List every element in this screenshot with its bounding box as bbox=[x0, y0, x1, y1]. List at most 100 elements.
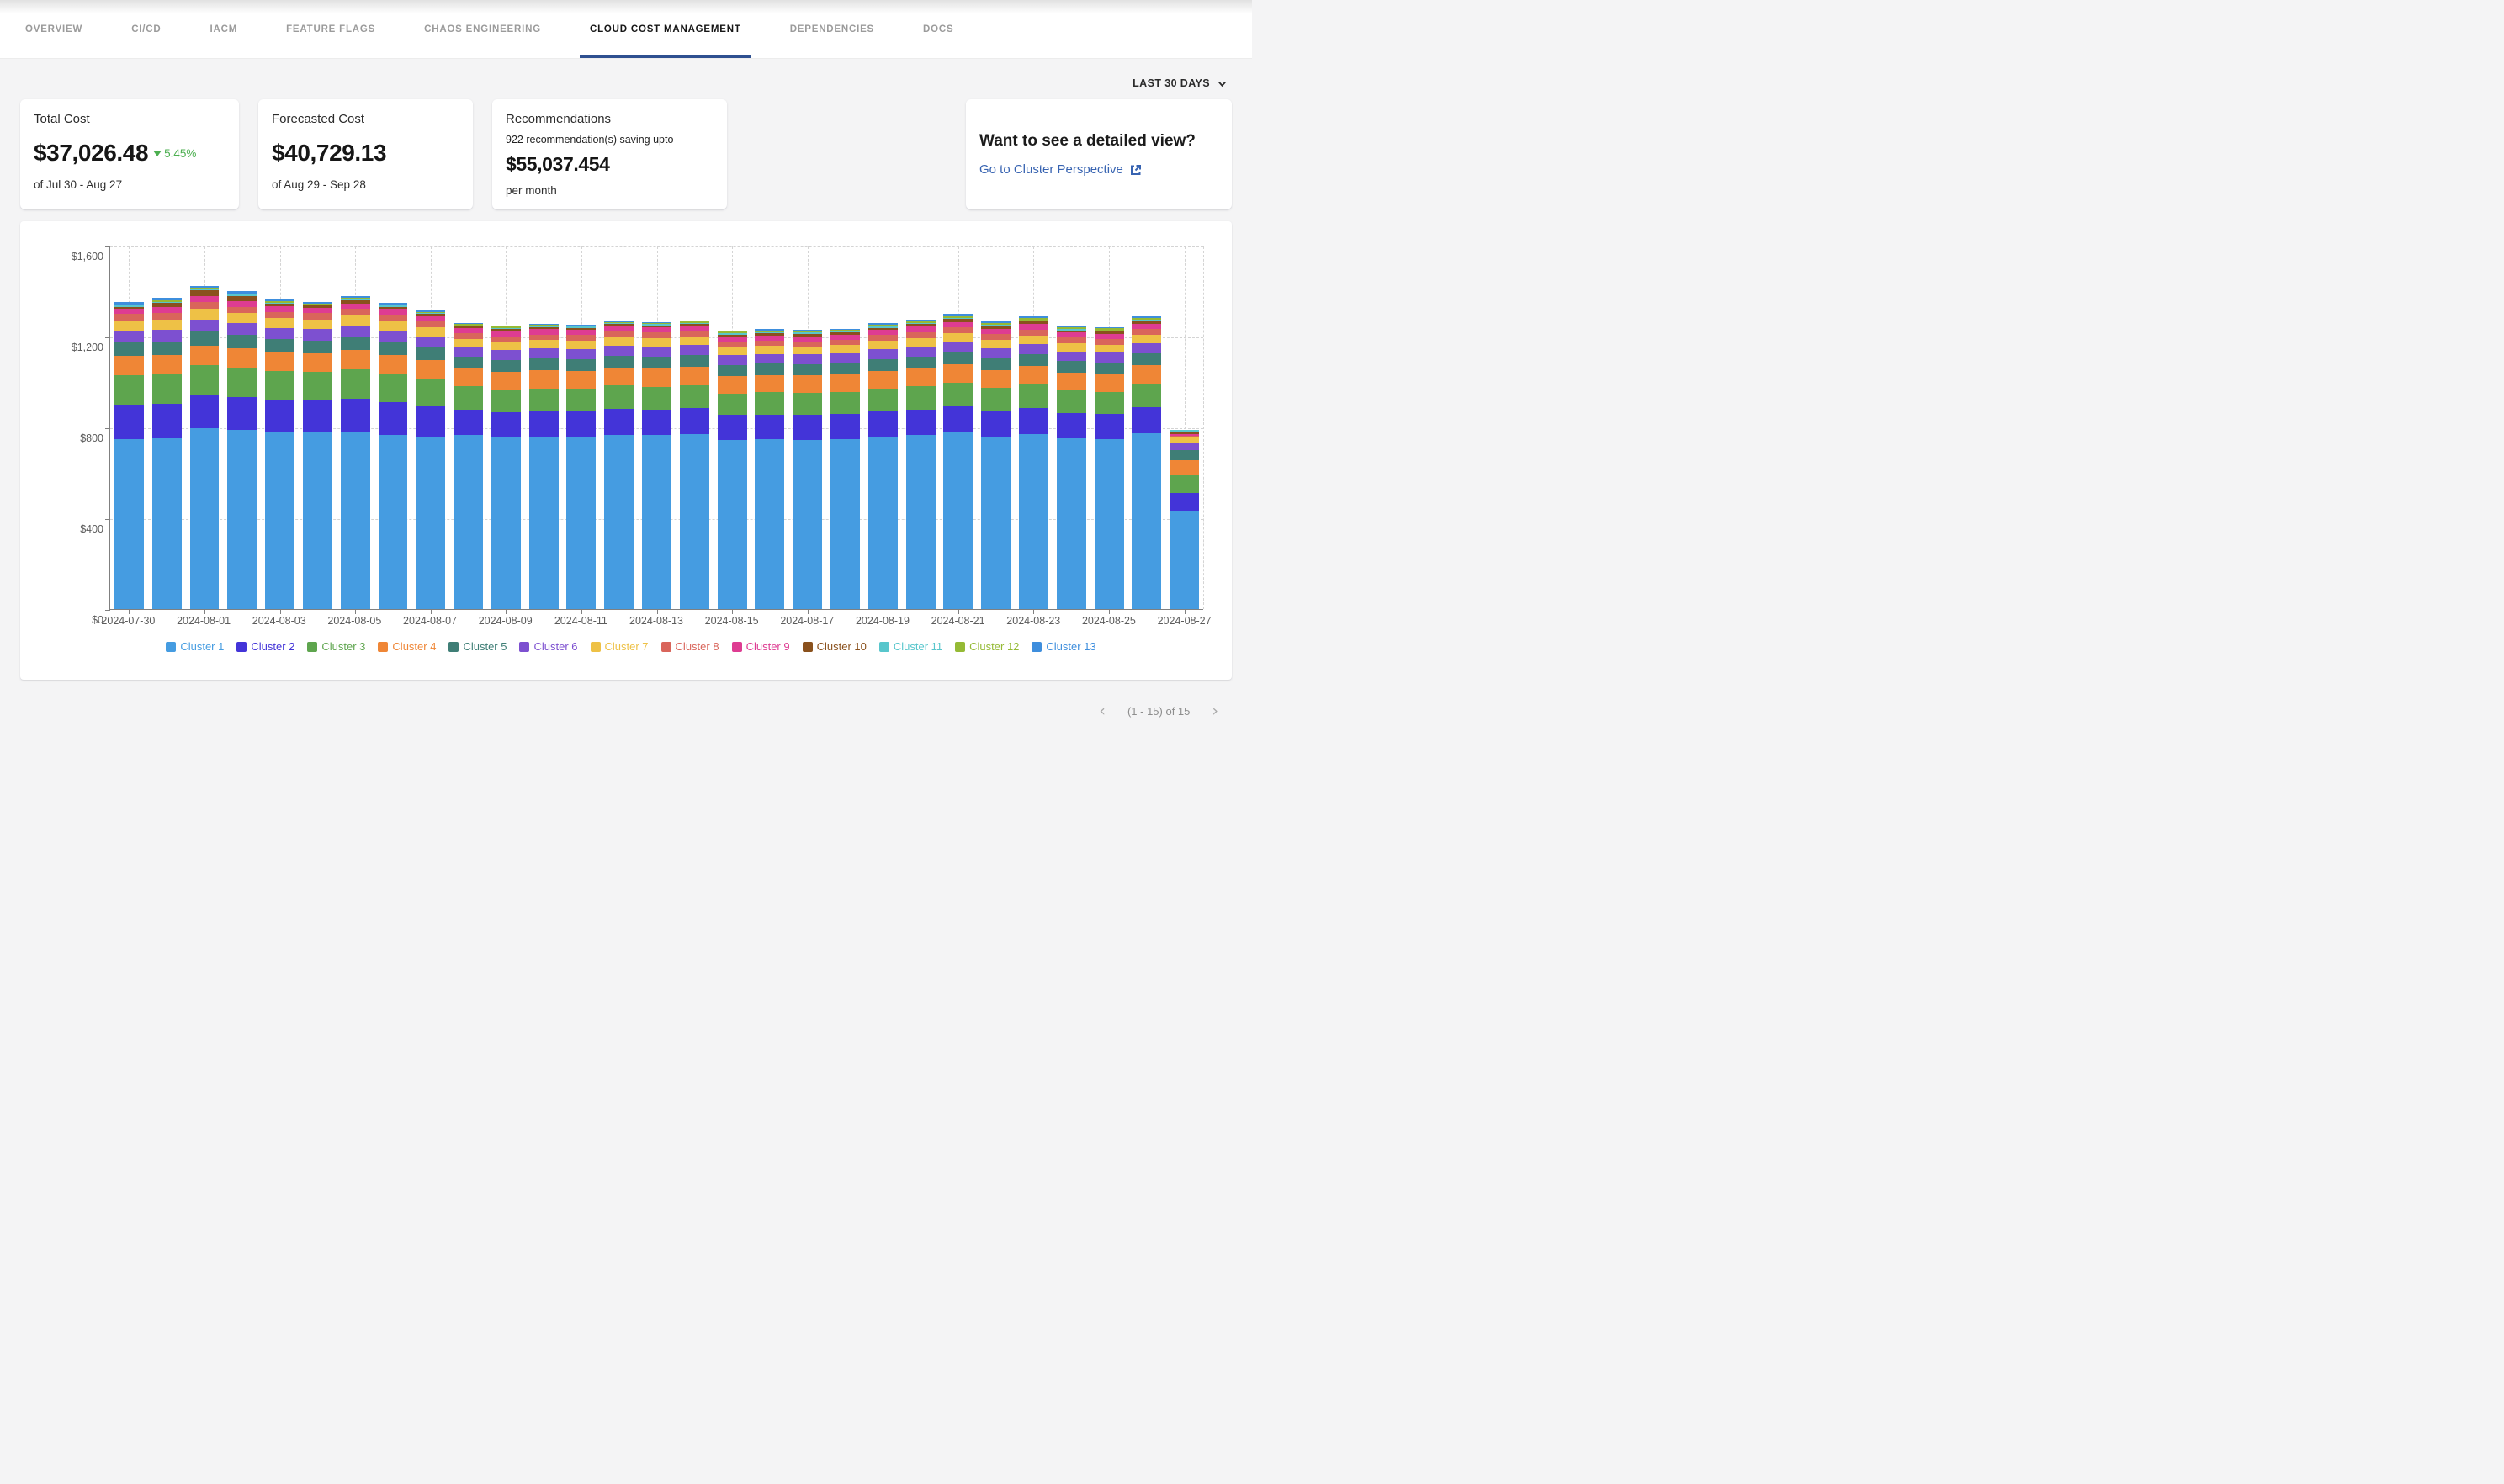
legend-item-cluster-9[interactable]: Cluster 9 bbox=[732, 640, 790, 653]
bar-segment-cluster-7 bbox=[830, 345, 860, 352]
bar-2024-08-21[interactable] bbox=[940, 246, 978, 609]
legend-item-cluster-3[interactable]: Cluster 3 bbox=[307, 640, 365, 653]
legend-label: Cluster 1 bbox=[180, 640, 224, 653]
legend-item-cluster-7[interactable]: Cluster 7 bbox=[591, 640, 649, 653]
bar-2024-08-11[interactable] bbox=[563, 246, 601, 609]
bar-2024-08-02[interactable] bbox=[223, 246, 261, 609]
tab-dependencies[interactable]: DEPENDENCIES bbox=[790, 0, 874, 58]
bar-2024-08-27[interactable] bbox=[1165, 246, 1203, 609]
bar-segment-cluster-2 bbox=[604, 409, 634, 435]
bar-segment-cluster-6 bbox=[379, 331, 408, 342]
tab-docs[interactable]: DOCS bbox=[923, 0, 953, 58]
legend-swatch bbox=[378, 642, 388, 652]
bar-2024-08-07[interactable] bbox=[411, 246, 449, 609]
bar-2024-08-26[interactable] bbox=[1128, 246, 1166, 609]
pagination-prev-icon[interactable]: ‹ bbox=[1099, 703, 1106, 719]
bar-segment-cluster-5 bbox=[718, 365, 747, 377]
bar-2024-08-14[interactable] bbox=[676, 246, 714, 609]
bar-stack bbox=[868, 323, 898, 609]
bar-2024-08-09[interactable] bbox=[487, 246, 525, 609]
bar-segment-cluster-6 bbox=[454, 347, 483, 357]
y-tick-label: $1,200 bbox=[60, 342, 103, 353]
go-to-cluster-perspective-link[interactable]: Go to Cluster Perspective bbox=[979, 162, 1218, 177]
bar-stack bbox=[755, 329, 784, 609]
bar-segment-cluster-5 bbox=[1057, 361, 1086, 373]
legend-item-cluster-13[interactable]: Cluster 13 bbox=[1032, 640, 1096, 653]
tab-feature-flags[interactable]: FEATURE FLAGS bbox=[286, 0, 375, 58]
bar-2024-08-05[interactable] bbox=[337, 246, 374, 609]
x-tick-label: 2024-08-05 bbox=[327, 615, 381, 627]
bar-segment-cluster-3 bbox=[416, 379, 445, 406]
bar-segment-cluster-2 bbox=[114, 405, 144, 439]
bar-segment-cluster-7 bbox=[1019, 336, 1048, 344]
bar-stack bbox=[491, 326, 521, 609]
bar-segment-cluster-4 bbox=[227, 348, 257, 368]
bar-2024-08-18[interactable] bbox=[826, 246, 864, 609]
legend-item-cluster-10[interactable]: Cluster 10 bbox=[803, 640, 867, 653]
time-range-dropdown[interactable]: LAST 30 DAYS bbox=[1133, 77, 1227, 89]
bar-segment-cluster-3 bbox=[1019, 384, 1048, 408]
bar-2024-07-31[interactable] bbox=[148, 246, 186, 609]
bar-2024-08-24[interactable] bbox=[1053, 246, 1090, 609]
legend-swatch bbox=[661, 642, 671, 652]
x-tick-label: 2024-08-15 bbox=[705, 615, 759, 627]
bar-segment-cluster-9 bbox=[190, 296, 220, 302]
bar-segment-cluster-1 bbox=[566, 437, 596, 609]
legend-swatch bbox=[955, 642, 965, 652]
bar-segment-cluster-1 bbox=[152, 438, 182, 609]
legend-item-cluster-5[interactable]: Cluster 5 bbox=[448, 640, 507, 653]
bar-segment-cluster-5 bbox=[454, 357, 483, 368]
bar-segment-cluster-1 bbox=[906, 435, 936, 609]
legend-item-cluster-2[interactable]: Cluster 2 bbox=[236, 640, 294, 653]
summary-cards: Total Cost $37,026.48 5.45% of Jul 30 - … bbox=[0, 96, 1252, 209]
bar-2024-08-12[interactable] bbox=[600, 246, 638, 609]
bar-segment-cluster-2 bbox=[1095, 414, 1124, 439]
bar-2024-08-13[interactable] bbox=[638, 246, 676, 609]
bar-2024-08-16[interactable] bbox=[751, 246, 789, 609]
bar-2024-08-08[interactable] bbox=[449, 246, 487, 609]
tab-ci-cd[interactable]: CI/CD bbox=[131, 0, 161, 58]
legend-item-cluster-4[interactable]: Cluster 4 bbox=[378, 640, 436, 653]
trend-down-icon bbox=[153, 151, 162, 156]
bar-stack bbox=[1095, 327, 1124, 609]
bar-2024-08-17[interactable] bbox=[788, 246, 826, 609]
tab-chaos-engineering[interactable]: CHAOS ENGINEERING bbox=[424, 0, 541, 58]
tab-iacm[interactable]: IACM bbox=[210, 0, 238, 58]
legend-swatch bbox=[879, 642, 889, 652]
bar-segment-cluster-4 bbox=[943, 364, 973, 383]
bar-2024-08-06[interactable] bbox=[374, 246, 412, 609]
total-cost-title: Total Cost bbox=[34, 112, 225, 126]
pagination-next-icon[interactable]: › bbox=[1212, 703, 1218, 719]
bar-2024-08-22[interactable] bbox=[977, 246, 1015, 609]
legend-label: Cluster 5 bbox=[463, 640, 507, 653]
legend-item-cluster-12[interactable]: Cluster 12 bbox=[955, 640, 1019, 653]
stacked-bar-chart: $0$400$800$1,200$1,600 2024-07-302024-08… bbox=[59, 241, 1203, 673]
legend-item-cluster-6[interactable]: Cluster 6 bbox=[519, 640, 577, 653]
bar-segment-cluster-2 bbox=[906, 410, 936, 436]
bar-2024-08-03[interactable] bbox=[261, 246, 299, 609]
bar-2024-08-10[interactable] bbox=[525, 246, 563, 609]
bar-2024-08-23[interactable] bbox=[1015, 246, 1053, 609]
legend-item-cluster-1[interactable]: Cluster 1 bbox=[166, 640, 224, 653]
bar-2024-07-30[interactable] bbox=[110, 246, 148, 609]
bar-segment-cluster-8 bbox=[303, 313, 332, 319]
legend-item-cluster-11[interactable]: Cluster 11 bbox=[879, 640, 942, 653]
bar-segment-cluster-1 bbox=[416, 437, 445, 609]
bar-2024-08-01[interactable] bbox=[186, 246, 224, 609]
bar-segment-cluster-3 bbox=[190, 365, 220, 395]
tab-cloud-cost-management[interactable]: CLOUD COST MANAGEMENT bbox=[590, 0, 741, 58]
bar-segment-cluster-4 bbox=[868, 371, 898, 389]
tab-overview[interactable]: OVERVIEW bbox=[25, 0, 82, 58]
x-tick-label: 2024-08-27 bbox=[1158, 615, 1212, 627]
bar-segment-cluster-3 bbox=[303, 372, 332, 400]
bar-segment-cluster-6 bbox=[1095, 352, 1124, 363]
bar-2024-08-20[interactable] bbox=[902, 246, 940, 609]
bar-2024-08-25[interactable] bbox=[1090, 246, 1128, 609]
bar-2024-08-04[interactable] bbox=[299, 246, 337, 609]
bar-2024-08-15[interactable] bbox=[714, 246, 751, 609]
legend-label: Cluster 7 bbox=[605, 640, 649, 653]
bar-2024-08-19[interactable] bbox=[864, 246, 902, 609]
bar-segment-cluster-8 bbox=[152, 313, 182, 320]
y-axis-labels: $0$400$800$1,200$1,600 bbox=[60, 252, 110, 615]
legend-item-cluster-8[interactable]: Cluster 8 bbox=[661, 640, 719, 653]
